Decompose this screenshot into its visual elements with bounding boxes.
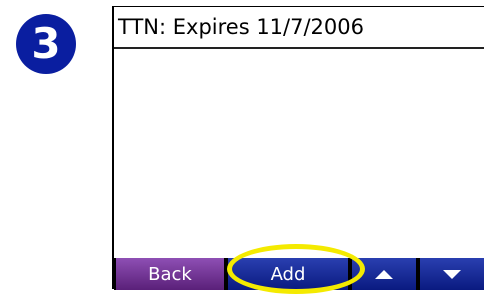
back-button-label: Back xyxy=(148,263,192,285)
step-number-badge: 3 xyxy=(16,14,76,74)
scroll-down-button[interactable] xyxy=(420,258,484,290)
scroll-up-button[interactable] xyxy=(352,258,416,290)
add-button-label: Add xyxy=(270,263,306,285)
message-body-area xyxy=(114,49,484,257)
message-title: TTN: Expires 11/7/2006 xyxy=(114,7,484,49)
device-screen: TTN: Expires 11/7/2006 Back Add xyxy=(112,6,484,290)
add-button[interactable]: Add xyxy=(228,258,348,290)
down-arrow-icon xyxy=(443,269,461,279)
button-bar: Back Add xyxy=(114,258,484,290)
back-button[interactable]: Back xyxy=(116,258,224,290)
up-arrow-icon xyxy=(375,269,393,279)
step-number: 3 xyxy=(31,19,61,68)
